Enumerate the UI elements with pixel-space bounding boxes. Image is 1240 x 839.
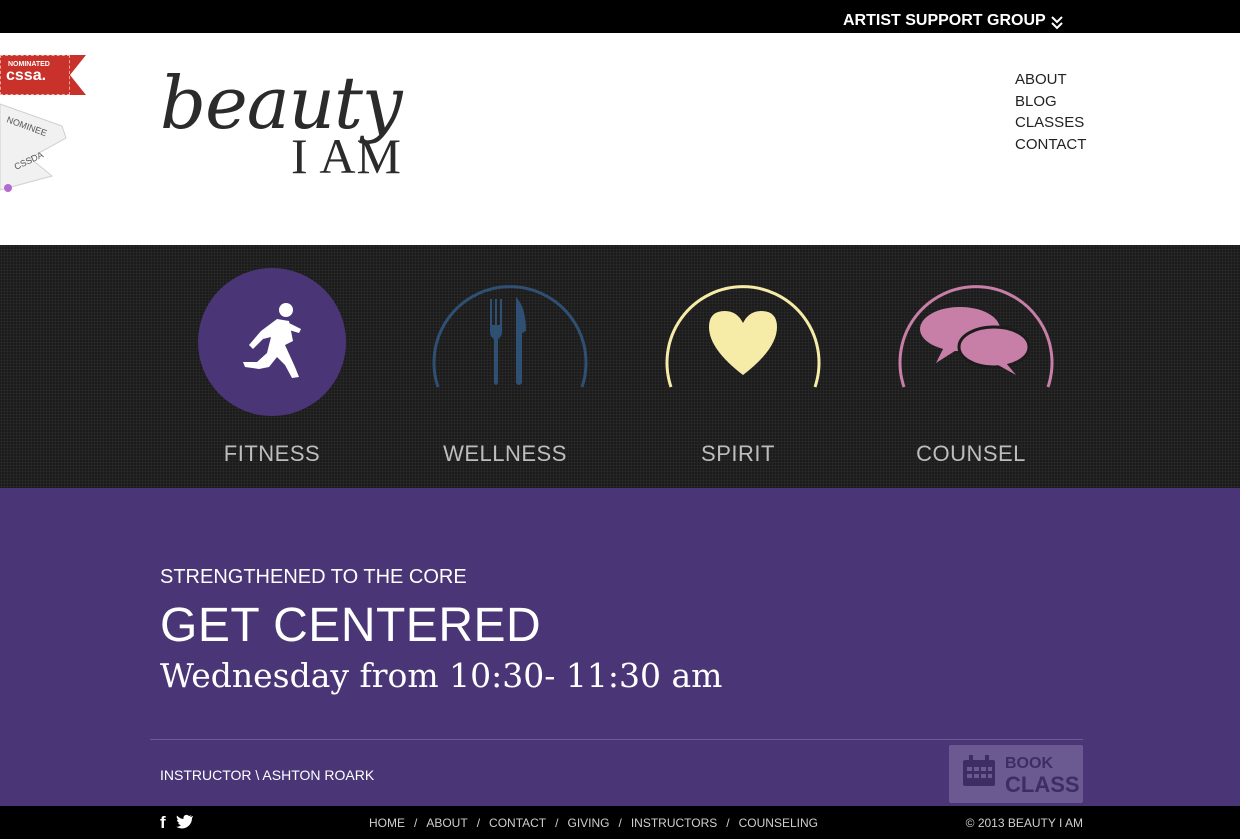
service-spirit[interactable]: SPIRIT — [638, 245, 838, 488]
footer-nav: HOME / ABOUT / CONTACT / GIVING / INSTRU… — [369, 816, 818, 830]
footer-link-counseling[interactable]: COUNSELING — [739, 816, 818, 830]
services-band: FITNESS WELLNESS SPIRIT COUNSEL — [0, 245, 1240, 488]
footer-link-instructors[interactable]: INSTRUCTORS — [631, 816, 717, 830]
service-label-fitness: FITNESS — [223, 441, 321, 466]
calendar-icon — [963, 755, 995, 786]
social-links: f — [160, 814, 194, 834]
double-chevron-down-icon — [1051, 16, 1063, 33]
footer-link-giving[interactable]: GIVING — [567, 816, 609, 830]
site-header: beauty I AM ABOUT BLOG CLASSES CONTACT — [0, 33, 1240, 245]
footer-link-home[interactable]: HOME — [369, 816, 405, 830]
fork-knife-icon — [432, 285, 588, 388]
artist-support-label: ARTIST SUPPORT GROUP — [843, 12, 1046, 29]
nav-item-about[interactable]: ABOUT — [1015, 69, 1086, 91]
heart-icon — [665, 285, 821, 388]
cssa-nominated-badge[interactable]: NOMINATED cssa. — [0, 55, 86, 95]
book-class-label-line2: CLASS — [1005, 772, 1080, 797]
service-counsel[interactable]: COUNSEL — [871, 245, 1071, 488]
runner-icon — [198, 268, 346, 416]
cssda-nominee-badge[interactable]: NOMINEE CSSDA — [0, 98, 70, 200]
class-kicker: STRENGTHENED TO THE CORE — [160, 566, 467, 588]
footer-separator: / — [618, 816, 622, 830]
footer-separator: / — [555, 816, 559, 830]
nav-item-blog[interactable]: BLOG — [1015, 91, 1086, 113]
book-class-label-line1: BOOK — [1005, 755, 1053, 772]
nav-item-contact[interactable]: CONTACT — [1015, 134, 1086, 156]
service-label-wellness: WELLNESS — [443, 441, 567, 466]
featured-class-section: STRENGTHENED TO THE CORE GET CENTERED We… — [0, 488, 1240, 806]
footer-link-contact[interactable]: CONTACT — [489, 816, 546, 830]
speech-bubbles-icon — [898, 285, 1054, 388]
class-schedule: Wednesday from 10:30- 11:30 am — [160, 656, 723, 695]
badge-ribbon-tip — [70, 55, 86, 95]
cssa-badge-text: cssa. — [6, 67, 47, 84]
twitter-icon[interactable] — [175, 814, 194, 834]
class-title: GET CENTERED — [160, 599, 542, 652]
logo-word-i-am: I AM — [291, 128, 402, 184]
service-wellness[interactable]: WELLNESS — [405, 245, 605, 488]
service-label-spirit: SPIRIT — [701, 441, 775, 466]
section-divider — [150, 739, 1083, 740]
copyright: © 2013 BEAUTY I AM — [965, 816, 1083, 830]
footer-link-about[interactable]: ABOUT — [426, 816, 467, 830]
facebook-icon[interactable]: f — [160, 814, 166, 834]
nav-item-classes[interactable]: CLASSES — [1015, 112, 1086, 134]
site-footer: f HOME / ABOUT / CONTACT / GIVING / INST… — [0, 806, 1240, 839]
footer-separator: / — [476, 816, 481, 830]
site-logo[interactable]: beauty I AM — [158, 55, 428, 190]
main-nav: ABOUT BLOG CLASSES CONTACT — [1015, 69, 1086, 155]
footer-separator: / — [726, 816, 730, 830]
service-fitness[interactable]: FITNESS — [172, 245, 372, 488]
book-class-button[interactable]: BOOK CLASS — [949, 745, 1083, 803]
footer-separator: / — [414, 816, 418, 830]
service-label-counsel: COUNSEL — [916, 441, 1026, 466]
class-instructor: INSTRUCTOR \ ASHTON ROARK — [160, 767, 375, 783]
